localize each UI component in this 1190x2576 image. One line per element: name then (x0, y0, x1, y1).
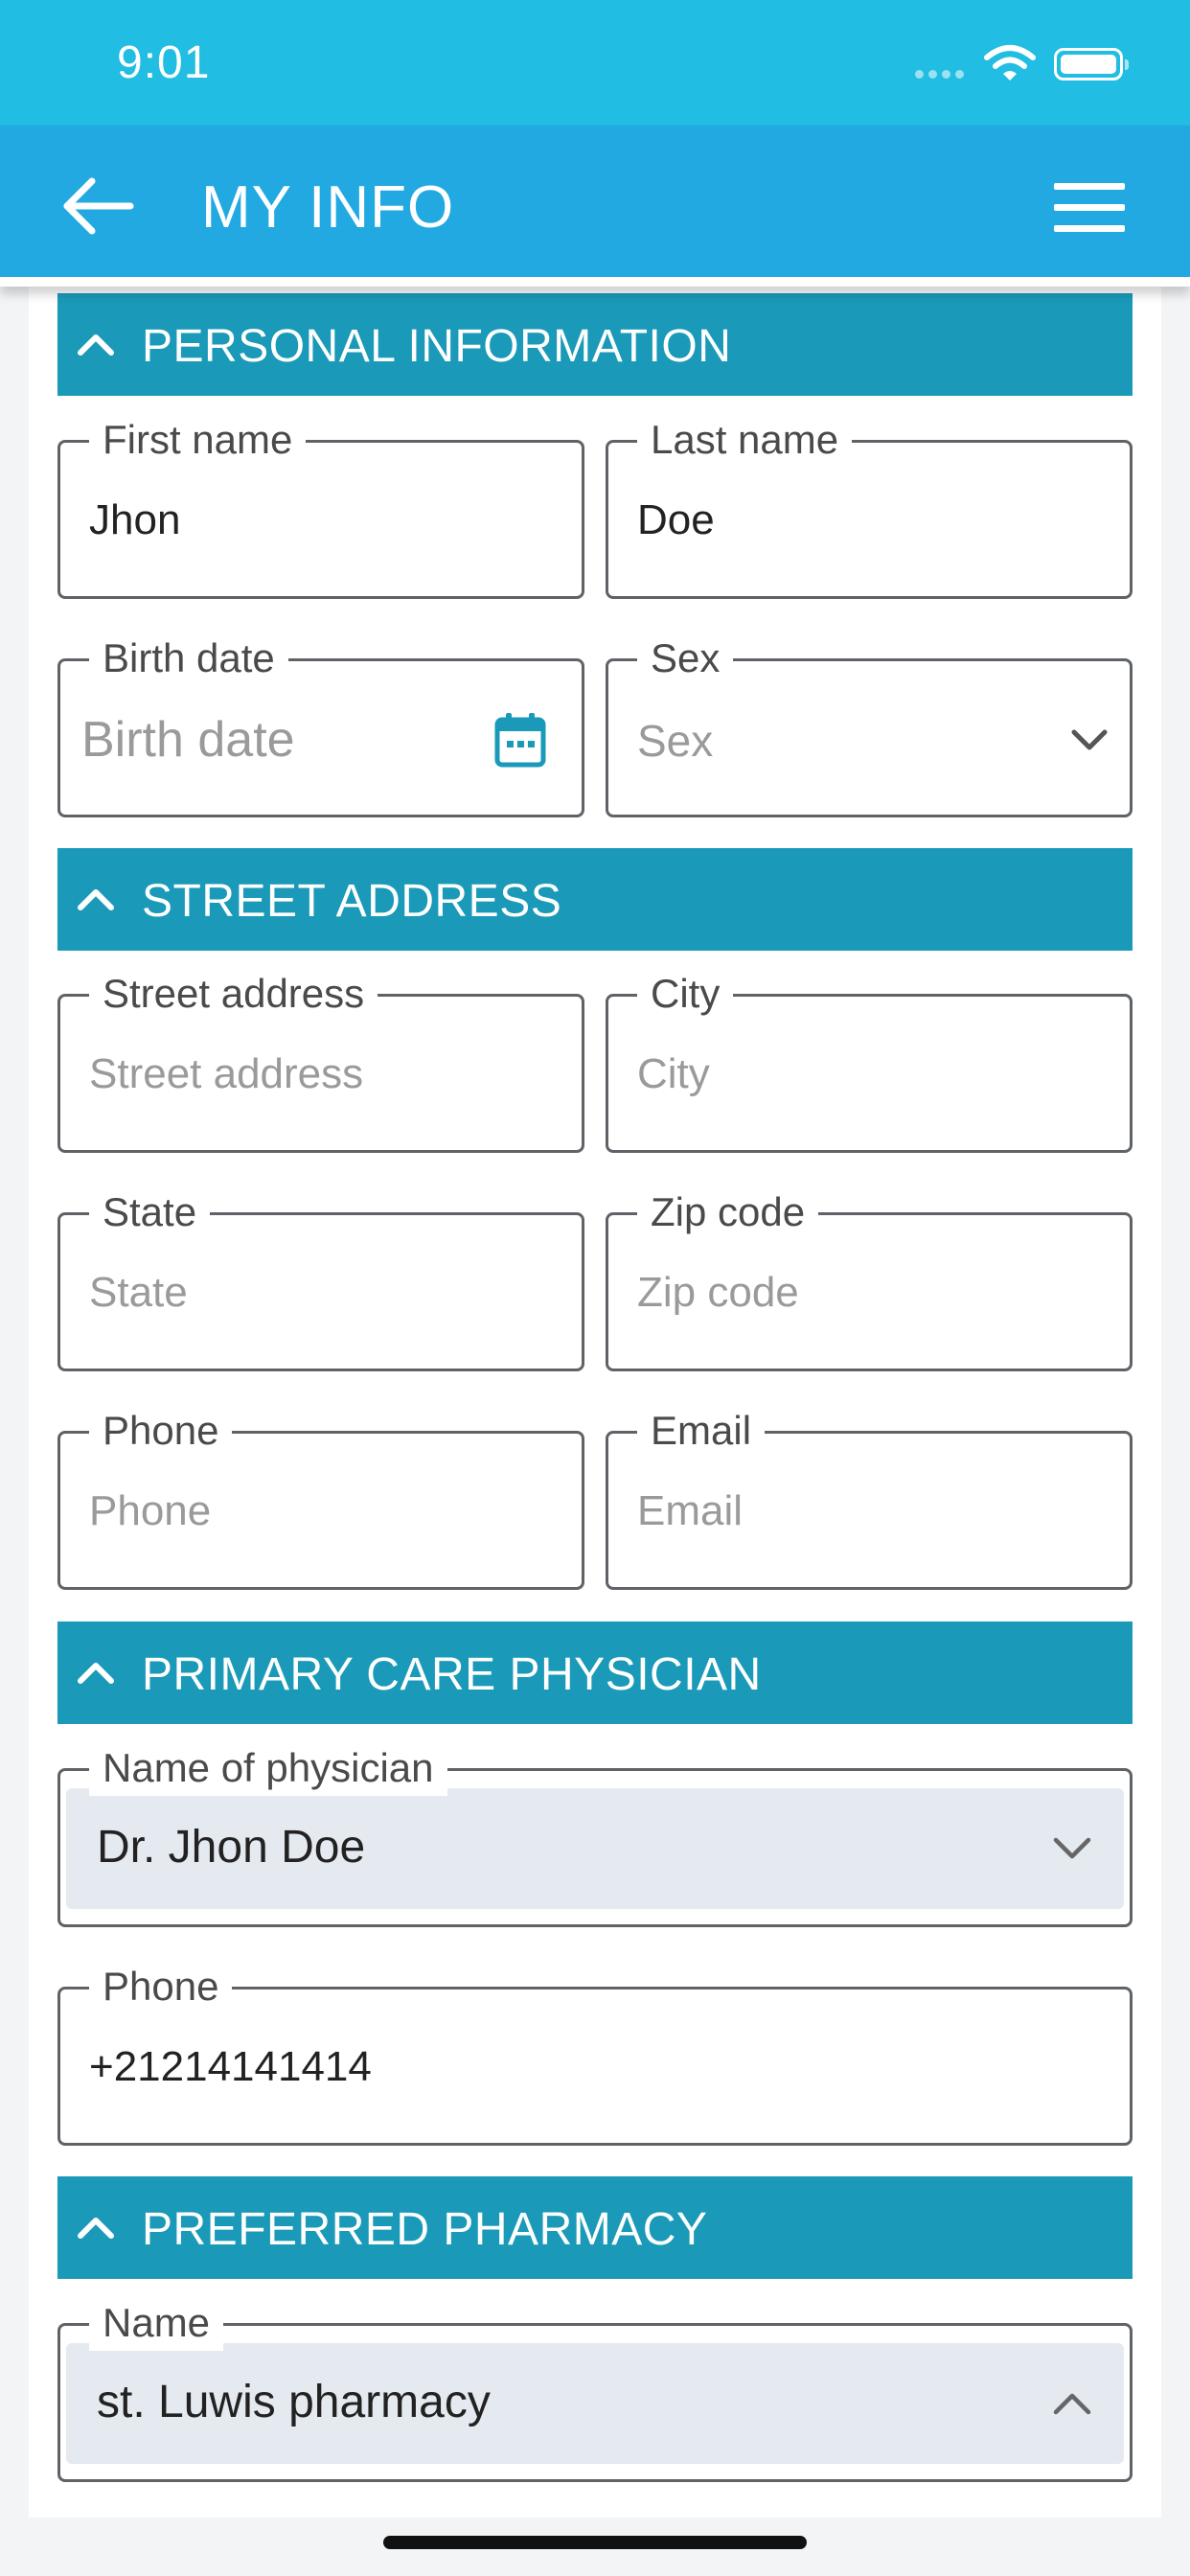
section-header-physician[interactable]: PRIMARY CARE PHYSICIAN (57, 1622, 1133, 1724)
chevron-down-icon (1071, 729, 1108, 750)
field-placeholder: State (89, 1269, 188, 1316)
field-label: Sex (637, 631, 734, 686)
chevron-up-icon (78, 889, 114, 910)
street-address-field[interactable]: Street address Street address (57, 966, 584, 1153)
signal-icon (915, 70, 964, 79)
field-value: Jhon (89, 496, 181, 543)
field-label: City (637, 966, 734, 1022)
field-placeholder: Sex (637, 716, 714, 766)
phone-field[interactable]: Phone Phone (57, 1403, 584, 1590)
hamburger-menu-icon[interactable] (1054, 183, 1125, 233)
last-name-field[interactable]: Last name Doe (606, 412, 1133, 599)
field-value: +21214141414 (89, 2043, 372, 2090)
field-label: Name (89, 2295, 224, 2351)
field-label: First name (89, 412, 307, 468)
app-header: MY INFO (0, 126, 1190, 287)
chevron-up-icon (1053, 2393, 1091, 2415)
field-placeholder: Zip code (637, 1269, 799, 1316)
select-value: Dr. Jhon Doe (97, 1822, 366, 1873)
email-field[interactable]: Email Email (606, 1403, 1133, 1590)
city-field[interactable]: City City (606, 966, 1133, 1153)
status-bar: 9:01 (0, 0, 1190, 126)
section-title: PRIMARY CARE PHYSICIAN (142, 1649, 762, 1700)
sex-select[interactable]: Sex Sex (606, 631, 1133, 817)
field-label: Zip code (637, 1184, 819, 1240)
section-title: PERSONAL INFORMATION (142, 321, 732, 372)
field-label: Name of physician (89, 1740, 447, 1796)
field-label: Birth date (89, 631, 288, 686)
field-value: Doe (637, 496, 715, 543)
state-field[interactable]: State State (57, 1184, 584, 1371)
field-label: Email (637, 1403, 766, 1459)
calendar-icon[interactable] (493, 711, 547, 769)
field-placeholder: City (637, 1050, 710, 1097)
field-label: Last name (637, 412, 853, 468)
field-placeholder: Street address (89, 1050, 364, 1097)
physician-phone-field[interactable]: Phone +21214141414 (57, 1959, 1133, 2146)
home-indicator[interactable] (383, 2536, 807, 2549)
section-header-personal[interactable]: PERSONAL INFORMATION (57, 293, 1133, 396)
wifi-icon (984, 45, 1036, 80)
back-arrow-icon[interactable] (61, 175, 138, 237)
field-placeholder: Birth date (81, 712, 295, 768)
section-title: PREFERRED PHARMACY (142, 2204, 708, 2255)
chevron-down-icon (1053, 1837, 1091, 1859)
section-header-pharmacy[interactable]: PREFERRED PHARMACY (57, 2176, 1133, 2279)
field-label: Phone (89, 1403, 233, 1459)
battery-icon (1054, 48, 1129, 80)
page-title: MY INFO (201, 174, 455, 241)
physician-name-select[interactable]: Name of physician Dr. Jhon Doe (57, 1740, 1133, 1927)
field-label: State (89, 1184, 211, 1240)
field-label: Street address (89, 966, 378, 1022)
chevron-up-icon (78, 1663, 114, 1684)
zip-code-field[interactable]: Zip code Zip code (606, 1184, 1133, 1371)
field-placeholder: Phone (89, 1487, 212, 1534)
chevron-up-icon (78, 2218, 114, 2239)
select-value: st. Luwis pharmacy (97, 2377, 491, 2427)
pharmacy-name-select[interactable]: Name st. Luwis pharmacy (57, 2295, 1133, 2482)
field-placeholder: Email (637, 1487, 744, 1534)
birth-date-field[interactable]: Birth date Birth date (57, 631, 584, 817)
section-header-address[interactable]: STREET ADDRESS (57, 848, 1133, 951)
field-label: Phone (89, 1959, 233, 2014)
section-title: STREET ADDRESS (142, 876, 562, 927)
chevron-up-icon (78, 334, 114, 356)
status-time: 9:01 (117, 37, 211, 88)
first-name-field[interactable]: First name Jhon (57, 412, 584, 599)
